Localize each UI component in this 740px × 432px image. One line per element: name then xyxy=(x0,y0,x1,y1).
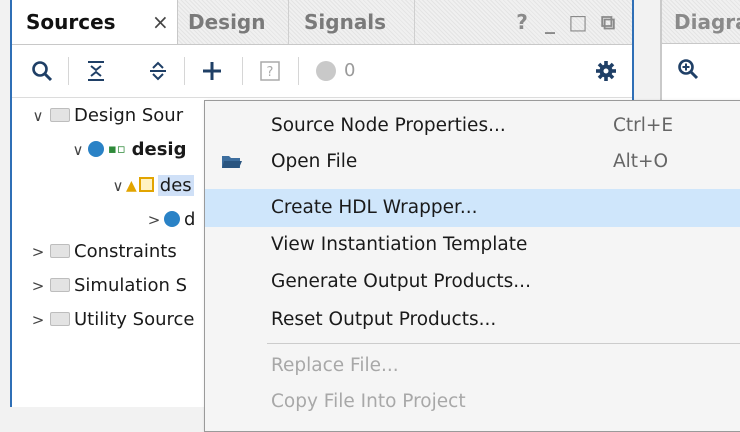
menu-item-label: Replace File... xyxy=(271,355,399,376)
folder-icon xyxy=(50,243,70,258)
module-icon xyxy=(164,210,180,227)
tab-design-label: Design xyxy=(188,10,266,34)
menu-separator xyxy=(267,343,740,344)
toolbar-separator xyxy=(184,57,185,85)
ip-icon xyxy=(138,177,154,192)
menu-item-label: Open File xyxy=(271,151,358,172)
menu-item-generate-output-products[interactable]: Generate Output Products... xyxy=(205,263,740,301)
sources-tabbar: Sources × Design Signals ? _ □ ⧉ xyxy=(12,0,632,45)
menu-item-view-instantiation-template[interactable]: View Instantiation Template xyxy=(205,226,740,264)
close-icon[interactable]: × xyxy=(152,0,169,44)
tree-item-design-sources[interactable]: ∨ Design Sour xyxy=(30,100,184,132)
folder-icon xyxy=(50,107,70,122)
tab-diagram[interactable]: Diagra xyxy=(662,0,740,44)
open-folder-icon xyxy=(221,143,243,181)
chevron-down-icon[interactable]: ∨ xyxy=(70,134,86,166)
status-dot-icon xyxy=(316,61,336,81)
zoom-in-icon[interactable] xyxy=(676,56,700,81)
tab-design[interactable]: Design xyxy=(188,0,289,44)
menu-item-label: Generate Output Products... xyxy=(271,271,531,292)
chevron-right-icon[interactable]: > xyxy=(30,270,46,302)
menu-item-create-hdl-wrapper[interactable]: Create HDL Wrapper... xyxy=(205,189,740,227)
tab-sources-label: Sources xyxy=(26,10,116,34)
menu-item-source-node-properties[interactable]: Source Node Properties... Ctrl+E xyxy=(205,107,740,145)
status-count[interactable]: 0 xyxy=(316,55,355,87)
menu-item-replace-file[interactable]: Replace File... xyxy=(205,347,740,385)
menu-item-label: Create HDL Wrapper... xyxy=(271,197,478,218)
tab-sources[interactable]: Sources × xyxy=(12,0,178,44)
menu-item-reset-output-products[interactable]: Reset Output Products... xyxy=(205,301,740,339)
tab-signals-label: Signals xyxy=(304,10,387,34)
menu-item-label: Reset Output Products... xyxy=(271,309,497,330)
menu-item-copy-file-into-project[interactable]: Copy File Into Project xyxy=(205,383,740,421)
tree-item-label: des xyxy=(157,175,194,196)
tree-item-module[interactable]: > d xyxy=(146,204,196,236)
tree-item-label: Simulation S xyxy=(74,275,188,296)
tab-diagram-label: Diagra xyxy=(674,10,740,34)
menu-item-label: Source Node Properties... xyxy=(271,115,506,136)
tree-item-constraints[interactable]: > Constraints xyxy=(30,236,177,268)
chevron-down-icon[interactable]: ∨ xyxy=(110,170,126,202)
tree-item-simulation-sources[interactable]: > Simulation S xyxy=(30,270,187,302)
menu-item-label: Copy File Into Project xyxy=(271,391,466,412)
help-icon[interactable]: ? xyxy=(258,55,282,87)
toolbar-separator xyxy=(242,57,243,85)
block-design-icon xyxy=(88,140,104,157)
folder-icon xyxy=(50,277,70,292)
chevron-down-icon[interactable]: ∨ xyxy=(30,100,46,132)
tree-item-label: desig xyxy=(131,139,187,160)
chevron-right-icon[interactable]: > xyxy=(30,236,46,268)
maximize-icon[interactable]: □ xyxy=(566,8,590,36)
gear-icon[interactable] xyxy=(594,55,618,87)
help-icon[interactable]: ? xyxy=(510,8,534,36)
expand-all-icon[interactable] xyxy=(146,55,170,87)
menu-item-label: View Instantiation Template xyxy=(271,234,528,255)
context-menu: Source Node Properties... Ctrl+E Open Fi… xyxy=(204,100,740,432)
collapse-all-icon[interactable] xyxy=(84,55,108,87)
menu-item-shortcut: Alt+O xyxy=(613,151,669,172)
float-window-icon[interactable]: ⧉ xyxy=(596,8,620,36)
tree-item-label: Constraints xyxy=(74,241,177,262)
status-count-value: 0 xyxy=(344,60,356,81)
minimize-icon[interactable]: _ xyxy=(538,8,562,36)
svg-text:?: ? xyxy=(267,65,274,80)
folder-icon xyxy=(50,311,70,326)
menu-item-open-file[interactable]: Open File Alt+O xyxy=(205,143,740,181)
tree-item-label: d xyxy=(184,209,196,230)
toolbar-separator xyxy=(68,57,69,85)
menu-item-shortcut: Ctrl+E xyxy=(613,115,674,136)
tab-signals[interactable]: Signals xyxy=(304,0,415,44)
sources-toolbar: ? 0 xyxy=(12,45,632,98)
tree-item-label: Design Sour xyxy=(74,105,184,126)
warning-icon: ▲ xyxy=(126,178,137,194)
chevron-right-icon[interactable]: > xyxy=(146,204,162,236)
chevron-right-icon[interactable]: > xyxy=(30,304,46,336)
tree-item-utility-sources[interactable]: > Utility Source xyxy=(30,304,195,336)
hierarchy-icon: ▪▫ xyxy=(108,142,126,157)
tree-item-block-design[interactable]: ∨ ▪▫ desig xyxy=(70,134,187,166)
search-icon[interactable] xyxy=(30,55,54,87)
add-icon[interactable] xyxy=(200,55,224,87)
tree-item-label: Utility Source xyxy=(74,309,195,330)
toolbar-separator xyxy=(298,57,299,85)
tree-item-design-instance[interactable]: ∨ ▲ des xyxy=(110,170,194,202)
